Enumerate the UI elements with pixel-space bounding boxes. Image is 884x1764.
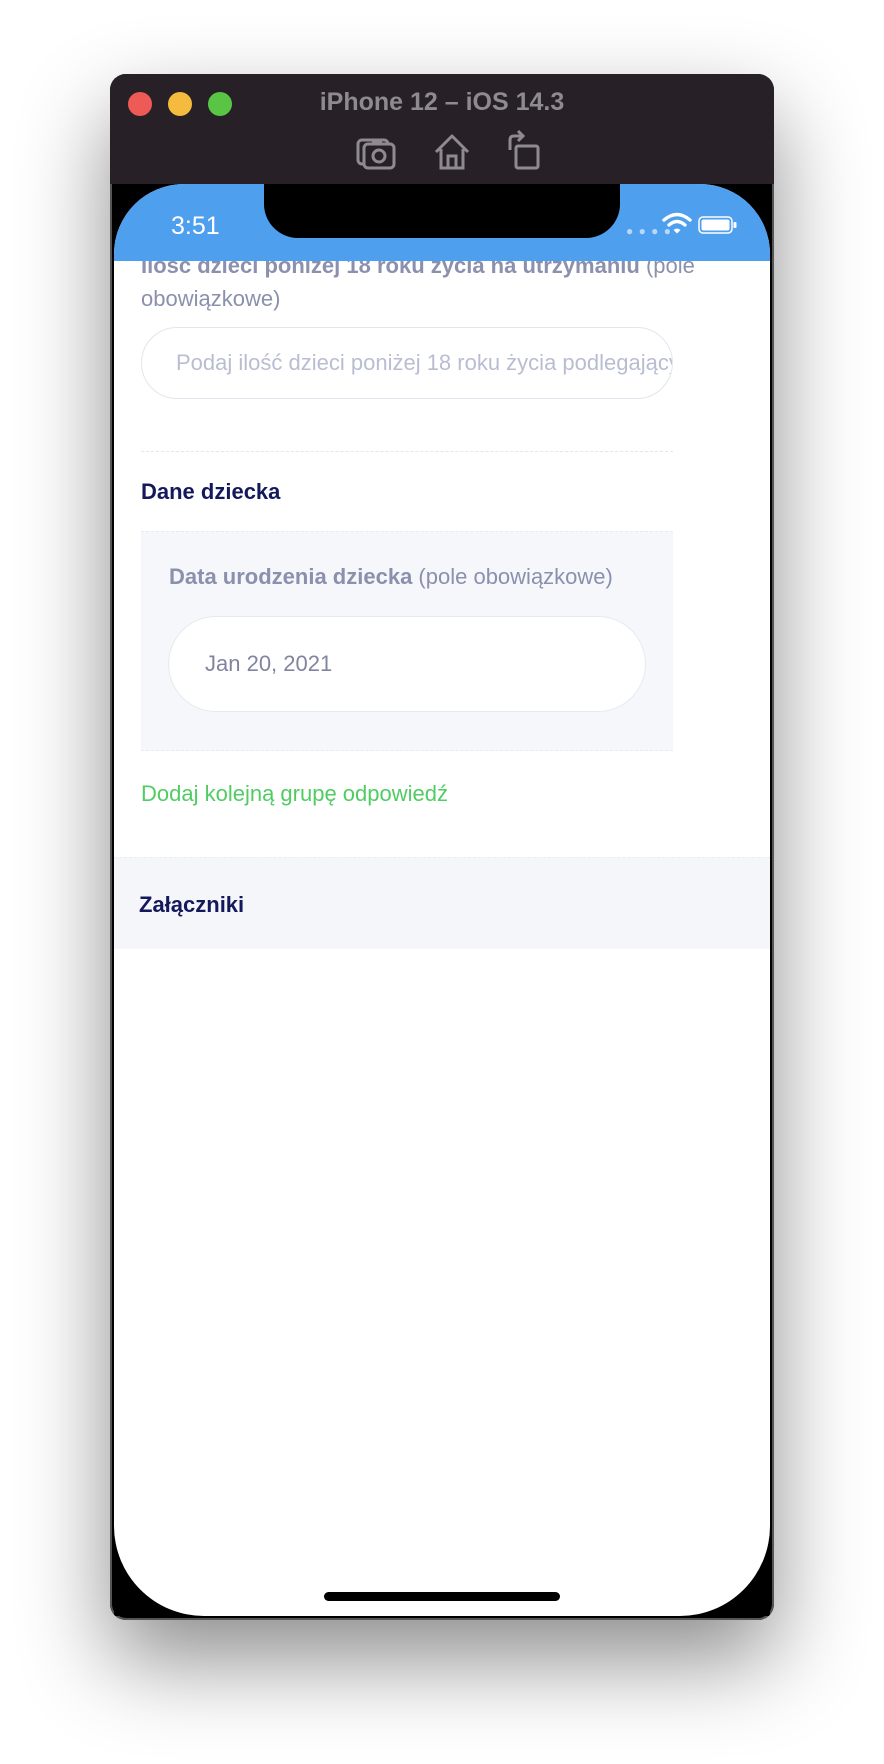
divider [141, 451, 673, 452]
birth-date-label-bold: Data urodzenia dziecka [169, 564, 413, 589]
status-time: 3:51 [171, 212, 220, 240]
attachments-section: Załączniki [114, 857, 770, 949]
child-data-group: Data urodzenia dziecka (pole obowiązkowe… [141, 531, 673, 751]
home-indicator[interactable] [324, 1592, 560, 1601]
birth-date-label: Data urodzenia dziecka (pole obowiązkowe… [169, 564, 613, 590]
status-bar: 3:51 ● ● ● ● [114, 184, 770, 261]
form-content: Ilość dzieci poniżej 18 roku życia na ut… [114, 253, 770, 1616]
battery-icon [698, 216, 738, 234]
simulator-titlebar: iPhone 12 – iOS 14.3 [110, 74, 774, 184]
stage: iPhone 12 – iOS 14.3 Ilość dzieci poniże… [0, 0, 884, 1764]
wifi-icon [662, 212, 692, 236]
required-note: (pole obowiązkowe) [412, 564, 613, 589]
notch [264, 184, 620, 238]
birth-date-picker[interactable]: Jan 20, 2021 [168, 616, 646, 712]
simulator-window: iPhone 12 – iOS 14.3 Ilość dzieci poniże… [110, 74, 774, 1620]
device-screen: Ilość dzieci poniżej 18 roku życia na ut… [114, 184, 770, 1616]
simulator-title: iPhone 12 – iOS 14.3 [319, 88, 565, 116]
app-view: Ilość dzieci poniżej 18 roku życia na ut… [114, 184, 770, 1616]
add-group-link[interactable]: Dodaj kolejną grupę odpowiedź [141, 781, 448, 807]
attachments-title: Załączniki [139, 892, 245, 917]
children-count-input[interactable]: Podaj ilość dzieci poniżej 18 roku życia… [141, 327, 673, 399]
home-icon[interactable] [430, 130, 474, 174]
simulator-toolbar [110, 129, 774, 174]
screenshot-icon[interactable] [354, 130, 398, 174]
child-section-title: Dane dziecka [141, 479, 281, 504]
rotate-icon[interactable] [504, 129, 548, 174]
